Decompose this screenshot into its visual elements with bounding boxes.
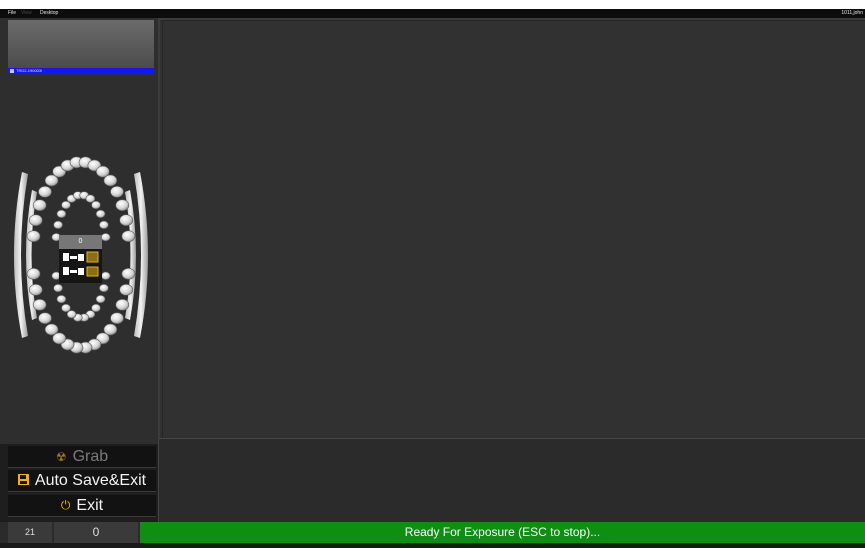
tooth[interactable] <box>115 298 130 311</box>
exit-label: Exit <box>76 496 104 514</box>
tooth[interactable] <box>38 312 52 325</box>
power-icon: ⏻ <box>60 498 71 512</box>
tooth[interactable] <box>53 220 63 230</box>
status-message: Ready For Exposure (ESC to stop)... <box>140 522 865 543</box>
checkbox-icon[interactable] <box>10 68 14 73</box>
tooth[interactable] <box>32 199 47 212</box>
tooth[interactable] <box>100 233 111 242</box>
tooth[interactable] <box>95 209 106 219</box>
tooth[interactable] <box>44 323 59 336</box>
tooth[interactable] <box>100 271 111 280</box>
lower-panel <box>158 438 865 522</box>
grab-label: Grab <box>72 447 109 465</box>
tooth[interactable] <box>28 283 43 296</box>
layout-icon-2 <box>86 266 99 277</box>
auto-save-exit-label: Auto Save&Exit <box>34 471 147 489</box>
status-count-left: 21 <box>8 522 52 543</box>
tooth[interactable] <box>99 220 109 230</box>
auto-save-exit-button[interactable]: Auto Save&Exit <box>8 470 156 492</box>
status-count-right: 0 <box>54 522 138 543</box>
user-label: 1011,john <box>841 10 863 16</box>
tooth[interactable] <box>119 283 133 296</box>
window-top-edge <box>0 0 865 9</box>
exposure-counter: 0 <box>59 235 102 249</box>
tooth[interactable] <box>32 298 47 311</box>
tooth[interactable] <box>56 209 67 219</box>
radiation-icon: ☢ <box>55 449 67 464</box>
tooth[interactable] <box>121 230 136 243</box>
right-bracket-outer <box>134 172 148 338</box>
tooth[interactable] <box>56 294 67 304</box>
tooth[interactable] <box>91 200 101 210</box>
layout-icon-1 <box>86 251 99 263</box>
tooth[interactable] <box>66 310 77 319</box>
tooth[interactable] <box>119 214 133 227</box>
sensor-icon-1 <box>63 253 69 261</box>
floppy-disk-icon <box>17 473 29 488</box>
image-viewer-panel[interactable] <box>158 18 865 438</box>
tooth[interactable] <box>85 194 96 203</box>
tooth[interactable] <box>115 199 130 212</box>
window-bottom-edge <box>0 543 865 548</box>
grab-button[interactable]: ☢ Grab <box>8 446 156 468</box>
menu-desktop[interactable]: Desktop <box>40 9 58 18</box>
exit-button[interactable]: ⏻ Exit <box>8 495 156 517</box>
tooth[interactable] <box>38 185 52 198</box>
tooth[interactable] <box>121 267 136 280</box>
tooth[interactable] <box>110 185 124 198</box>
tooth[interactable] <box>61 303 71 313</box>
left-bracket-outer <box>14 172 28 338</box>
tooth[interactable] <box>99 283 109 293</box>
thumbnail-selection-bar[interactable]: TRD2-190003I <box>8 68 154 74</box>
menu-view[interactable]: View <box>21 9 32 18</box>
image-thumbnail[interactable] <box>8 20 154 68</box>
tooth[interactable] <box>61 200 71 210</box>
tooth[interactable] <box>110 312 124 325</box>
tooth[interactable] <box>26 230 41 243</box>
tooth[interactable] <box>26 267 41 280</box>
tooth[interactable] <box>91 303 101 313</box>
tooth[interactable] <box>53 283 63 293</box>
tooth[interactable] <box>103 174 118 187</box>
menu-file[interactable]: File <box>8 9 16 18</box>
dental-chart[interactable] <box>8 150 154 360</box>
menu-bar: File View Desktop 1011,john <box>0 9 865 18</box>
thumbnail-label: TRD2-190003I <box>16 68 43 73</box>
tooth[interactable] <box>95 294 106 304</box>
tooth[interactable] <box>28 214 43 227</box>
sensor-icon-2 <box>63 267 69 275</box>
